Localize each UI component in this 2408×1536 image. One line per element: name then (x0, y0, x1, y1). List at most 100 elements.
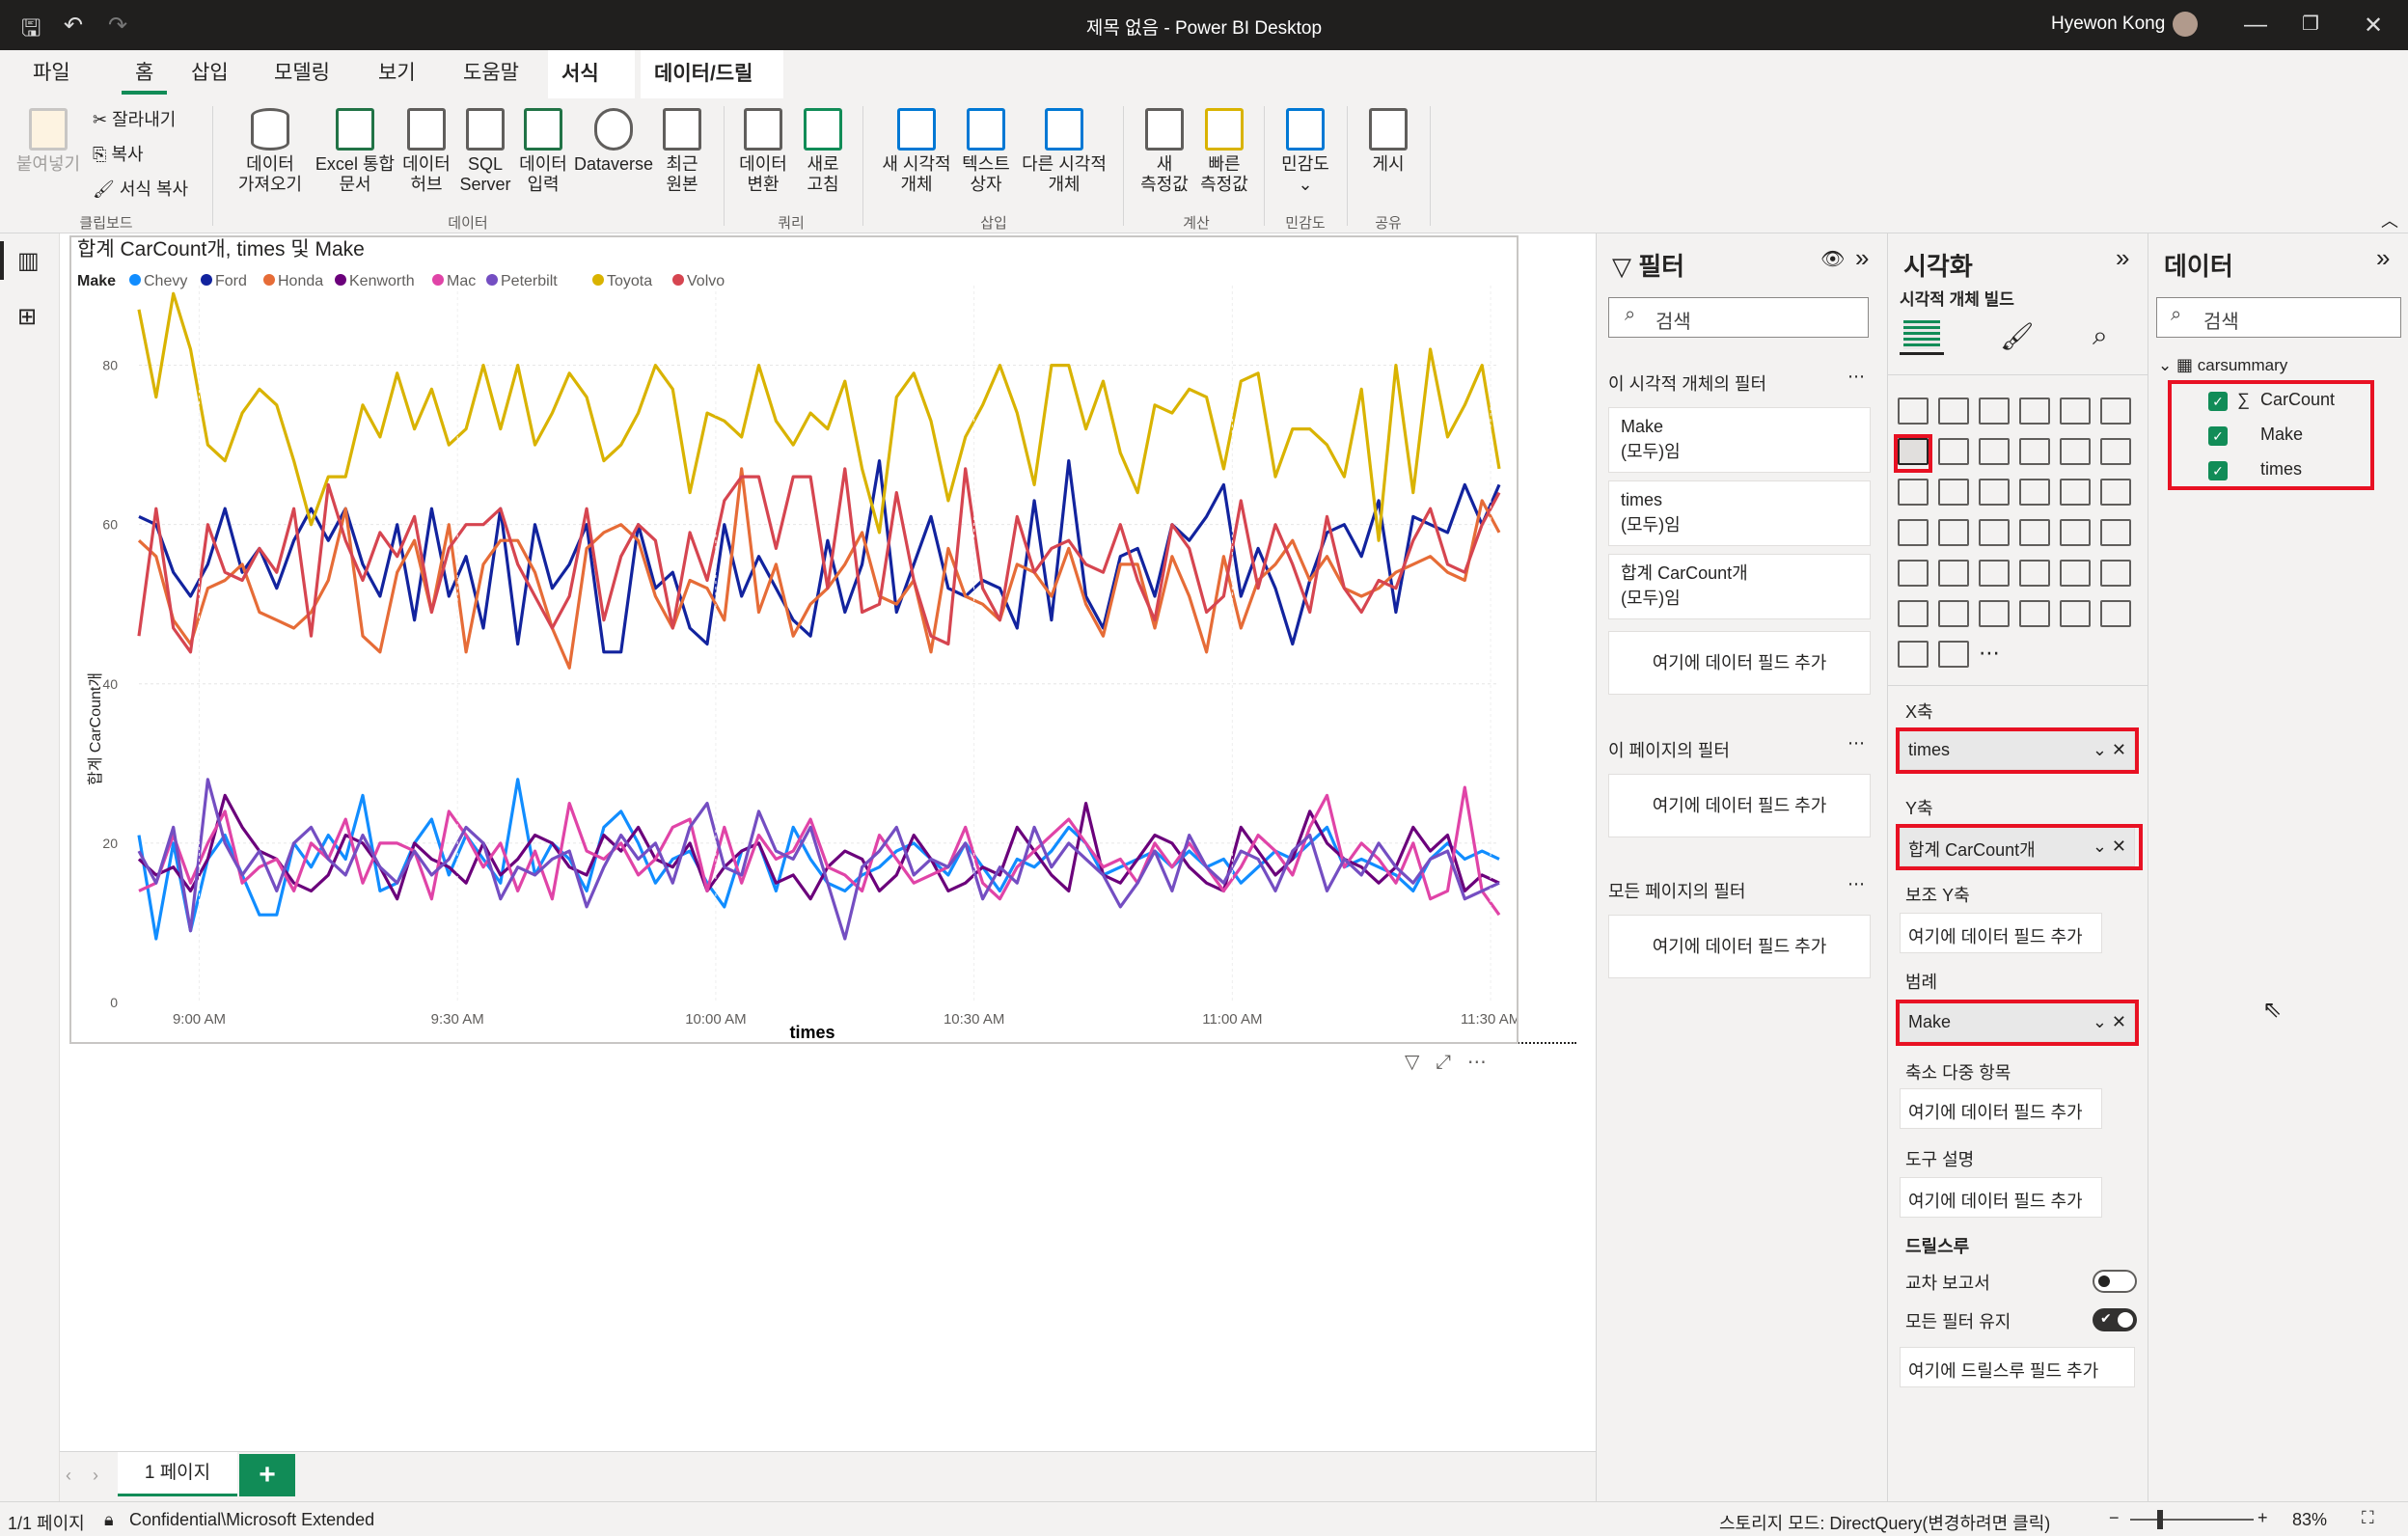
minimize-icon[interactable]: — (2244, 12, 2267, 39)
more-options-icon[interactable]: ⋯ (1847, 733, 1865, 754)
page-add-field-dropzone[interactable]: 여기에 데이터 필드 추가 (1608, 774, 1871, 837)
zoom-in-icon[interactable]: + (2258, 1508, 2268, 1528)
collapse-pane-icon[interactable]: » (1855, 243, 1869, 273)
stacked-bar-visual-icon[interactable] (1898, 398, 1929, 425)
more-options-icon[interactable]: ⋯ (1847, 874, 1865, 894)
gauge-visual-icon[interactable] (1979, 519, 2010, 546)
tab-data-drill[interactable]: 데이터/드릴 (641, 50, 783, 98)
new-visual-button[interactable]: 새 시각적 개체 (868, 108, 965, 195)
refresh-button[interactable]: 새로 고침 (793, 108, 853, 195)
get-data-button[interactable]: 데이터 가져오기 (222, 108, 318, 195)
table-node[interactable]: ⌄ ▦ carsummary (2158, 355, 2287, 375)
more-visual-icon[interactable]: ⋯ (1979, 641, 2010, 668)
restore-icon[interactable]: ❐ (2302, 12, 2319, 36)
narrative-visual-icon[interactable] (1938, 641, 1969, 668)
more-visuals-button[interactable]: 다른 시각적 개체 (1011, 108, 1117, 195)
transform-data-button[interactable]: 데이터 변환 (729, 108, 797, 195)
drillthrough-well[interactable]: 여기에 드릴스루 필드 추가 (1900, 1347, 2135, 1387)
power-apps-visual-icon[interactable] (2100, 600, 2131, 627)
zoom-slider[interactable] (2130, 1519, 2254, 1521)
filter-icon[interactable]: ▽ (1405, 1052, 1419, 1073)
paginated-visual-icon[interactable] (1979, 600, 2010, 627)
visual-add-field-dropzone[interactable]: 여기에 데이터 필드 추가 (1608, 631, 1871, 695)
tooltips-well[interactable]: 여기에 데이터 필드 추가 (1900, 1177, 2102, 1218)
sql-server-button[interactable]: SQL Server (453, 108, 517, 195)
tab-file[interactable]: 파일 (19, 60, 84, 95)
tab-format[interactable]: 서식 (548, 50, 635, 98)
matrix-visual-icon[interactable] (1979, 560, 2010, 587)
card-visual-icon[interactable] (2019, 519, 2050, 546)
zoom-out-icon[interactable]: − (2109, 1508, 2120, 1528)
format-painter-button[interactable]: 🖌 서식 복사 (93, 176, 188, 201)
filled-map-visual-icon[interactable] (1938, 519, 1969, 546)
area-visual-icon[interactable] (1938, 438, 1969, 465)
python-visual-visual-icon[interactable] (2060, 560, 2091, 587)
multi-row-card-visual-icon[interactable] (2060, 519, 2091, 546)
prev-page-icon[interactable]: ‹ (66, 1466, 71, 1486)
all-pages-add-field-dropzone[interactable]: 여기에 데이터 필드 추가 (1608, 915, 1871, 978)
chevron-down-icon[interactable]: ⌄ (2158, 356, 2172, 374)
donut-visual-icon[interactable] (2060, 479, 2091, 506)
next-page-icon[interactable]: › (93, 1466, 98, 1486)
excel-button[interactable]: Excel 통합 문서 (311, 108, 399, 195)
treemap-visual-icon[interactable] (2100, 479, 2131, 506)
filter-card-carcount[interactable]: 합계 CarCount개 (모두)임 (1608, 554, 1871, 619)
avatar[interactable] (2173, 12, 2198, 37)
format-visual-icon[interactable]: 🖌 (2000, 320, 2035, 352)
keep-filters-toggle[interactable]: ✔ (2093, 1308, 2137, 1331)
filter-card-make[interactable]: Make (모두)임 (1608, 407, 1871, 473)
collapse-pane-icon[interactable]: » (2116, 243, 2129, 273)
build-visual-tab[interactable] (1900, 316, 1944, 355)
new-measure-button[interactable]: 새 측정값 (1129, 108, 1200, 195)
100-bar-visual-icon[interactable] (2060, 398, 2091, 425)
line-column-visual-icon[interactable] (2019, 438, 2050, 465)
sensitivity-label[interactable]: Confidential\Microsoft Extended (129, 1510, 374, 1530)
collapse-pane-icon[interactable]: » (2376, 243, 2390, 273)
metrics-visual-icon[interactable] (2060, 600, 2091, 627)
more-options-icon[interactable]: ⋯ (1467, 1052, 1487, 1073)
zoom-slider-thumb[interactable] (2157, 1510, 2163, 1529)
power-automate-visual-icon[interactable] (1898, 641, 1929, 668)
key-influencers-visual-icon[interactable] (2019, 600, 2050, 627)
recent-sources-button[interactable]: 최근 원본 (652, 108, 712, 195)
more-options-icon[interactable]: ⋯ (1847, 367, 1865, 387)
filter-search-input[interactable]: ⌕ 검색 (1608, 297, 1869, 338)
tab-view[interactable]: 보기 (365, 60, 429, 95)
kpi-visual-icon[interactable] (2100, 519, 2131, 546)
clustered-column-visual-icon[interactable] (2019, 398, 2050, 425)
pie-visual-icon[interactable] (2019, 479, 2050, 506)
map-visual-icon[interactable] (1898, 519, 1929, 546)
funnel-visual-icon[interactable] (1938, 479, 1969, 506)
tab-insert[interactable]: 삽입 (178, 60, 242, 95)
tab-modeling[interactable]: 모델링 (260, 60, 343, 95)
report-view-icon[interactable]: ▥ (17, 247, 40, 275)
secondary-y-well[interactable]: 여기에 데이터 필드 추가 (1900, 913, 2102, 953)
eye-icon[interactable]: 👁 (1820, 247, 1845, 271)
line-chart-visual[interactable]: 합계 CarCount개, times 및 Make Make Chevy Ford… (69, 235, 1519, 1044)
smart-narrative-visual-icon[interactable] (2100, 560, 2131, 587)
focus-mode-icon[interactable]: ⤢ (1436, 1052, 1451, 1073)
100-column-visual-icon[interactable] (2100, 398, 2131, 425)
tab-home[interactable]: 홈 (122, 60, 168, 95)
decomposition-tree-visual-icon[interactable] (1898, 600, 1929, 627)
waterfall-visual-icon[interactable] (1898, 479, 1929, 506)
storage-mode[interactable]: 스토리지 모드: DirectQuery(변경하려면 클릭) (1719, 1510, 2050, 1535)
paste-button[interactable]: 붙여넣기 (10, 108, 87, 175)
scatter-visual-icon[interactable] (1979, 479, 2010, 506)
cut-button[interactable]: ✂ 잘라내기 (93, 106, 176, 131)
analytics-icon[interactable]: ⌕ (2093, 320, 2108, 352)
stacked-column-visual-icon[interactable] (1938, 398, 1969, 425)
sensitivity-button[interactable]: 민감도 ⌄ (1272, 108, 1339, 195)
publish-button[interactable]: 게시 (1354, 108, 1422, 175)
filter-card-times[interactable]: times (모두)임 (1608, 480, 1871, 546)
page-tab-1[interactable]: 1 페이지 (118, 1452, 237, 1496)
r-visual-visual-icon[interactable] (2019, 560, 2050, 587)
copy-button[interactable]: ⎘ 복사 (93, 141, 144, 166)
dataverse-button[interactable]: Dataverse (569, 108, 658, 175)
add-page-button[interactable]: + (239, 1454, 295, 1496)
data-hub-button[interactable]: 데이터 허브 (390, 108, 463, 195)
line-stacked-column-visual-icon[interactable] (2060, 438, 2091, 465)
table-visual-icon[interactable] (1938, 560, 1969, 587)
fit-page-icon[interactable]: ⛶ (2362, 1508, 2374, 1528)
collapse-ribbon-icon[interactable]: ︿ (2381, 207, 2398, 233)
